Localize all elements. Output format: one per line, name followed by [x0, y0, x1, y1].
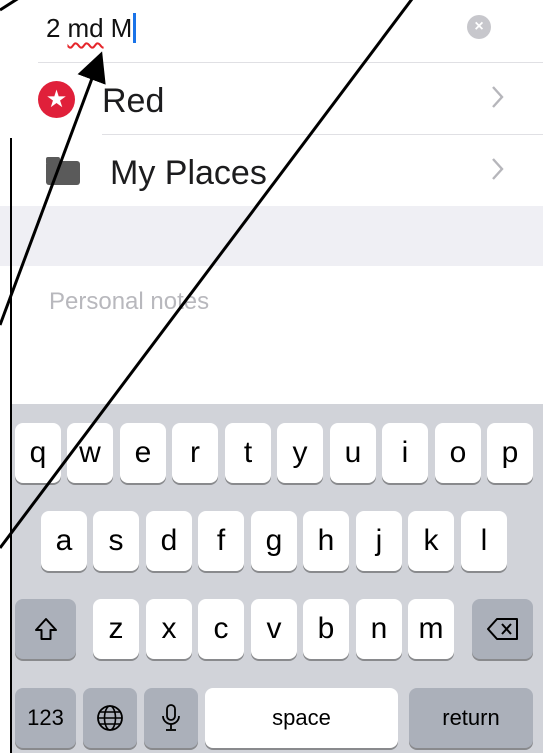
section-gap [0, 206, 543, 266]
key-c[interactable]: c [198, 599, 244, 659]
key-l[interactable]: l [461, 511, 507, 571]
key-b[interactable]: b [303, 599, 349, 659]
globe-key[interactable] [83, 688, 137, 748]
key-a[interactable]: a [41, 511, 87, 571]
chevron-right-icon [492, 158, 504, 180]
search-input[interactable]: 2 md M [46, 12, 137, 44]
key-p[interactable]: p [487, 423, 533, 483]
globe-icon [97, 705, 123, 731]
key-z[interactable]: z [93, 599, 139, 659]
key-e[interactable]: e [120, 423, 166, 483]
return-key[interactable]: return [409, 688, 533, 748]
search-text-part-1: 2 [46, 13, 61, 43]
key-j[interactable]: j [356, 511, 402, 571]
chevron-right-icon [492, 86, 504, 108]
keyboard: q w e r t y u i o p a s d f g h j k l z … [12, 404, 543, 753]
list-item-my-places[interactable]: My Places [0, 135, 543, 205]
list-item-label: Red [102, 82, 165, 120]
key-v[interactable]: v [251, 599, 297, 659]
backspace-key[interactable] [472, 599, 533, 659]
shift-icon [34, 618, 57, 640]
notes-placeholder: Personal notes [49, 288, 210, 315]
list-item-label: My Places [110, 154, 267, 192]
search-text-part-3: M [110, 13, 133, 43]
key-q[interactable]: q [15, 423, 61, 483]
key-x[interactable]: x [146, 599, 192, 659]
microphone-icon [162, 704, 180, 731]
key-g[interactable]: g [251, 511, 297, 571]
key-o[interactable]: o [435, 423, 481, 483]
key-f[interactable]: f [198, 511, 244, 571]
key-t[interactable]: t [225, 423, 271, 483]
key-w[interactable]: w [67, 423, 113, 483]
space-key[interactable]: space [205, 688, 398, 748]
key-h[interactable]: h [303, 511, 349, 571]
key-m[interactable]: m [408, 599, 454, 659]
key-n[interactable]: n [356, 599, 402, 659]
key-u[interactable]: u [330, 423, 376, 483]
dictation-key[interactable] [144, 688, 198, 748]
x-circle-icon[interactable]: × [467, 15, 491, 39]
key-i[interactable]: i [382, 423, 428, 483]
shift-key[interactable] [15, 599, 76, 659]
text-caret [133, 13, 137, 43]
search-field-row: 2 md M × [0, 0, 543, 62]
annotation-frame [10, 138, 12, 753]
folder-icon [46, 157, 80, 185]
key-d[interactable]: d [146, 511, 192, 571]
key-k[interactable]: k [408, 511, 454, 571]
key-s[interactable]: s [93, 511, 139, 571]
key-y[interactable]: y [277, 423, 323, 483]
key-r[interactable]: r [172, 423, 218, 483]
numbers-key[interactable]: 123 [15, 688, 76, 748]
list-item-red[interactable]: ★ Red [0, 63, 543, 133]
notes-field[interactable]: Personal notes [0, 266, 543, 404]
backspace-icon [486, 618, 518, 640]
search-text-part-2-misspelled: md [67, 13, 104, 43]
red-star-icon: ★ [38, 81, 75, 118]
